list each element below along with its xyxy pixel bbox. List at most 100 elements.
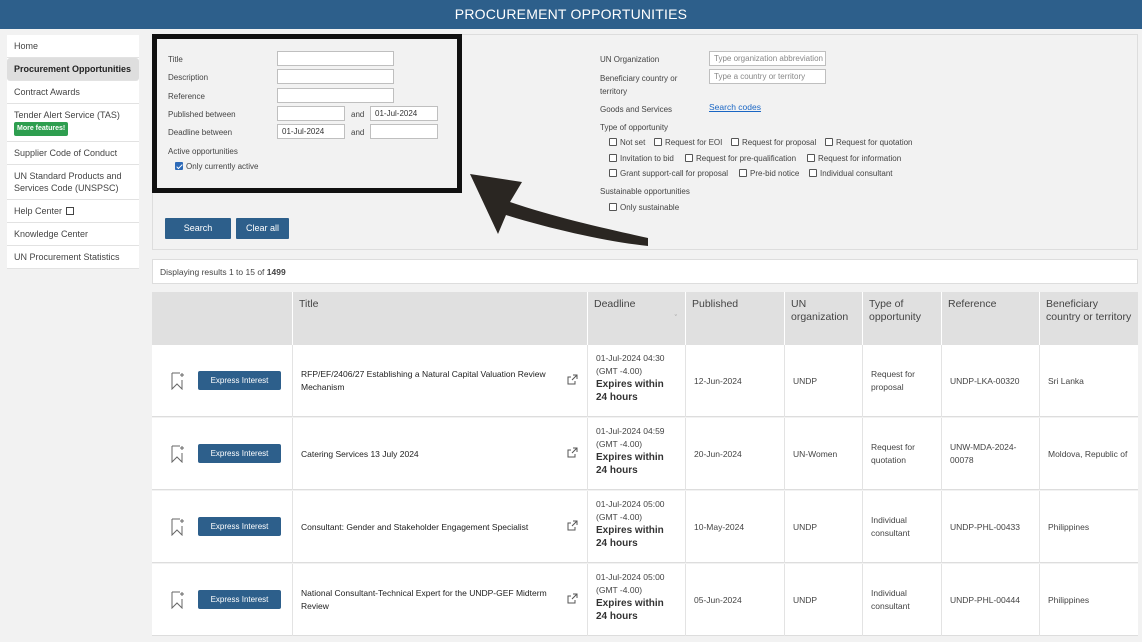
search-codes-link[interactable]: Search codes: [709, 102, 761, 112]
reference-cell: UNDP-PHL-00433: [941, 491, 1039, 563]
deadline-cell: 01-Jul-2024 05:00 (GMT -4.00) Expires with…: [587, 564, 685, 636]
column-header-type[interactable]: Type of opportunity: [862, 292, 941, 345]
type-checkbox-information[interactable]: Request for information: [807, 154, 901, 163]
checkbox-label: Pre-bid notice: [750, 169, 800, 178]
deadline-time: 01-Jul-2024 04:59: [596, 426, 665, 436]
express-interest-button[interactable]: Express Interest: [198, 590, 281, 609]
deadline-time: 01-Jul-2024 05:00: [596, 572, 665, 582]
clear-all-button[interactable]: Clear all: [236, 218, 289, 239]
table-header: Title Deadline ˇ Published UN organizatio…: [152, 292, 1138, 345]
published-from-input[interactable]: [277, 106, 345, 121]
country-cell: Moldova, Republic of: [1039, 418, 1138, 490]
checkbox-label: Request for pre-qualification: [696, 154, 797, 163]
title-cell[interactable]: RFP/EF/2406/27 Establishing a Natural Ca…: [292, 345, 587, 417]
deadline-cell: 01-Jul-2024 04:59 (GMT -4.00) Expires with…: [587, 418, 685, 490]
column-header-reference[interactable]: Reference: [941, 292, 1039, 345]
checkbox-checked-icon: [175, 162, 183, 170]
type-checkbox-prequalification[interactable]: Request for pre-qualification: [685, 154, 796, 163]
sidebar-item-label: Home: [14, 41, 39, 51]
bookmark-add-icon[interactable]: [171, 518, 185, 536]
column-header-deadline[interactable]: Deadline ˇ: [587, 292, 685, 345]
page-header: PROCUREMENT OPPORTUNITIES: [0, 0, 1142, 29]
expires-soon-label: Expires within 24 hours: [596, 379, 664, 403]
checkbox-label: Only currently active: [186, 162, 259, 171]
sidebar-item-unspsc[interactable]: UN Standard Products and Services Code (…: [7, 165, 139, 200]
column-header-organization[interactable]: UN organization: [784, 292, 862, 345]
sidebar-item-home[interactable]: Home: [7, 35, 139, 58]
column-header-title[interactable]: Title: [292, 292, 587, 345]
bookmark-add-icon[interactable]: [171, 591, 185, 609]
type-checkbox-not-set[interactable]: Not set: [609, 138, 645, 147]
type-checkbox-prebid[interactable]: Pre-bid notice: [739, 169, 799, 178]
sidebar-item-contract-awards[interactable]: Contract Awards: [7, 81, 139, 104]
country-input[interactable]: Type a country or territory: [709, 69, 826, 84]
table-row[interactable]: Express Interest RFP/EF/2406/27 Establis…: [152, 345, 1138, 417]
organization-cell: UNDP: [784, 491, 862, 563]
checkbox-icon: [825, 138, 833, 146]
reference-input[interactable]: [277, 88, 394, 103]
deadline-timezone: (GMT -4.00): [596, 512, 643, 522]
title-cell[interactable]: National Consultant-Technical Expert for…: [292, 564, 587, 636]
results-count: Displaying results 1 to 15 of 1499: [152, 259, 1138, 284]
sidebar-item-procurement-opportunities[interactable]: Procurement Opportunities: [7, 58, 139, 81]
deadline-cell: 01-Jul-2024 04:30 (GMT -4.00) Expires with…: [587, 345, 685, 417]
table-row[interactable]: Express Interest Consultant: Gender and …: [152, 491, 1138, 563]
sidebar-item-help-center[interactable]: Help Center: [7, 200, 139, 223]
published-to-input[interactable]: 01-Jul-2024: [370, 106, 438, 121]
sidebar-item-supplier-code[interactable]: Supplier Code of Conduct: [7, 142, 139, 165]
column-header-country[interactable]: Beneficiary country or territory: [1039, 292, 1138, 345]
expires-soon-label: Expires within 24 hours: [596, 452, 664, 476]
bookmark-add-icon[interactable]: [171, 372, 185, 390]
results-total: 1499: [266, 267, 286, 277]
title-input[interactable]: [277, 51, 394, 66]
sidebar-item-label: Knowledge Center: [14, 229, 89, 239]
country-cell: Sri Lanka: [1039, 345, 1138, 417]
organization-cell: UNDP: [784, 564, 862, 636]
table-row[interactable]: Express Interest Catering Services 13 Ju…: [152, 418, 1138, 490]
checkbox-label: Request for proposal: [742, 138, 817, 147]
results-prefix: Displaying results 1 to 15 of: [160, 267, 267, 277]
description-input[interactable]: [277, 69, 394, 84]
express-interest-button[interactable]: Express Interest: [198, 444, 281, 463]
reference-cell: UNW-MDA-2024-00078: [941, 418, 1039, 490]
un-organization-input[interactable]: Type organization abbreviation: [709, 51, 826, 66]
express-interest-button[interactable]: Express Interest: [198, 371, 281, 390]
un-organization-label: UN Organization: [600, 55, 660, 64]
only-active-checkbox[interactable]: Only currently active: [175, 162, 258, 171]
express-interest-button[interactable]: Express Interest: [198, 517, 281, 536]
checkbox-icon: [685, 154, 693, 162]
sidebar-item-knowledge-center[interactable]: Knowledge Center: [7, 223, 139, 246]
deadline-timezone: (GMT -4.00): [596, 439, 643, 449]
organization-cell: UN-Women: [784, 418, 862, 490]
open-external-icon[interactable]: [567, 593, 578, 604]
type-checkbox-proposal[interactable]: Request for proposal: [731, 138, 816, 147]
bookmark-add-icon[interactable]: [171, 445, 185, 463]
checkbox-label: Request for EOI: [665, 138, 723, 147]
deadline-timezone: (GMT -4.00): [596, 366, 643, 376]
deadline-from-input[interactable]: 01-Jul-2024: [277, 124, 345, 139]
annotation-arrow-icon: [470, 174, 648, 246]
title-cell[interactable]: Catering Services 13 July 2024: [292, 418, 587, 490]
type-checkbox-consultant[interactable]: Individual consultant: [809, 169, 893, 178]
sidebar-item-tender-alert[interactable]: Tender Alert Service (TAS) More features…: [7, 104, 139, 142]
deadline-between-label: Deadline between: [168, 128, 233, 137]
table-row[interactable]: Express Interest National Consultant-Tec…: [152, 564, 1138, 636]
open-external-icon[interactable]: [567, 447, 578, 458]
deadline-to-input[interactable]: [370, 124, 438, 139]
sort-icon: ˇ: [674, 315, 677, 322]
title-label: Title: [168, 55, 183, 64]
reference-label: Reference: [168, 92, 205, 101]
type-checkbox-quotation[interactable]: Request for quotation: [825, 138, 913, 147]
open-external-icon[interactable]: [567, 374, 578, 385]
open-external-icon[interactable]: [567, 520, 578, 531]
search-button[interactable]: Search: [165, 218, 231, 239]
organization-cell: UNDP: [784, 345, 862, 417]
title-cell[interactable]: Consultant: Gender and Stakeholder Engag…: [292, 491, 587, 563]
type-cell: Individual consultant: [862, 491, 941, 563]
type-checkbox-eoi[interactable]: Request for EOI: [654, 138, 722, 147]
sidebar-item-procurement-statistics[interactable]: UN Procurement Statistics: [7, 246, 139, 269]
description-label: Description: [168, 73, 209, 82]
sidebar-item-label: Supplier Code of Conduct: [14, 148, 118, 158]
column-header-published[interactable]: Published: [685, 292, 784, 345]
deadline-time: 01-Jul-2024 05:00: [596, 499, 665, 509]
